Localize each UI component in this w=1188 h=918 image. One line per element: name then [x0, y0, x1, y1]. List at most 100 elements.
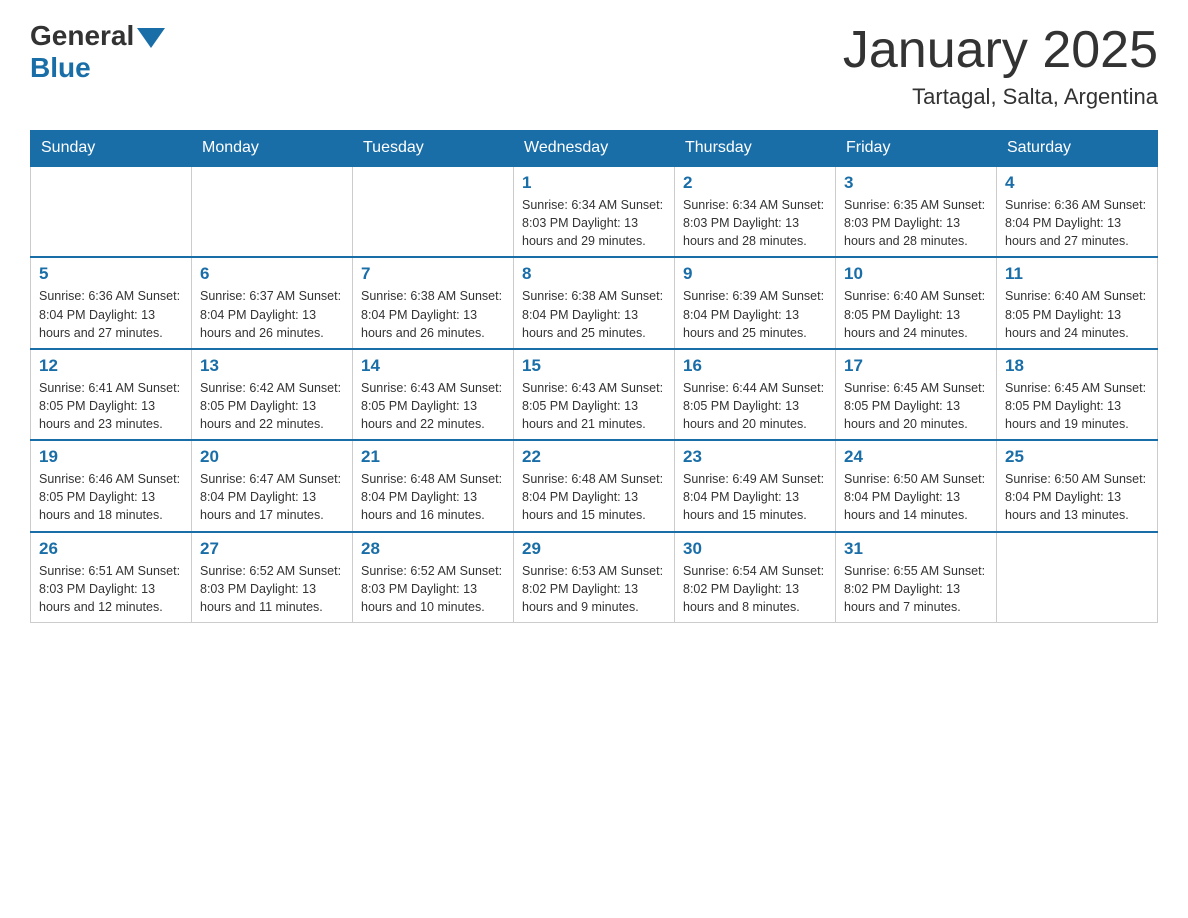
- day-info: Sunrise: 6:52 AM Sunset: 8:03 PM Dayligh…: [200, 562, 344, 616]
- calendar-cell: 14 Sunrise: 6:43 AM Sunset: 8:05 PM Dayli…: [353, 349, 514, 440]
- calendar-cell: 11Sunrise: 6:40 AM Sunset: 8:05 PM Dayli…: [997, 257, 1158, 348]
- day-number: 12: [39, 356, 183, 376]
- calendar-cell: 5 Sunrise: 6:36 AM Sunset: 8:04 PM Daylig…: [31, 257, 192, 348]
- calendar-cell: 2Sunrise: 6:34 AM Sunset: 8:03 PM Daylig…: [675, 166, 836, 257]
- day-number: 16: [683, 356, 827, 376]
- day-info: Sunrise: 6:46 AM Sunset: 8:05 PM Dayligh…: [39, 470, 183, 524]
- day-info: Sunrise: 6:35 AM Sunset: 8:03 PM Dayligh…: [844, 196, 988, 250]
- day-info: Sunrise: 6:45 AM Sunset: 8:05 PM Dayligh…: [844, 379, 988, 433]
- day-info: Sunrise: 6:44 AM Sunset: 8:05 PM Dayligh…: [683, 379, 827, 433]
- day-info: Sunrise: 6:40 AM Sunset: 8:05 PM Dayligh…: [844, 287, 988, 341]
- day-number: 19: [39, 447, 183, 467]
- day-info: Sunrise: 6:36 AM Sunset: 8:04 PM Dayligh…: [1005, 196, 1149, 250]
- calendar-cell: 24 Sunrise: 6:50 AM Sunset: 8:04 PM Dayli…: [836, 440, 997, 531]
- calendar-header-row: SundayMondayTuesdayWednesdayThursdayFrid…: [31, 131, 1158, 167]
- calendar-cell: 21Sunrise: 6:48 AM Sunset: 8:04 PM Dayli…: [353, 440, 514, 531]
- day-number: 24: [844, 447, 988, 467]
- calendar-cell: 4 Sunrise: 6:36 AM Sunset: 8:04 PM Daylig…: [997, 166, 1158, 257]
- day-number: 26: [39, 539, 183, 559]
- week-row-4: 19 Sunrise: 6:46 AM Sunset: 8:05 PM Dayli…: [31, 440, 1158, 531]
- day-info: Sunrise: 6:40 AM Sunset: 8:05 PM Dayligh…: [1005, 287, 1149, 341]
- calendar-header-monday: Monday: [192, 131, 353, 167]
- month-title: January 2025: [843, 20, 1158, 80]
- calendar-cell: 3 Sunrise: 6:35 AM Sunset: 8:03 PM Daylig…: [836, 166, 997, 257]
- day-number: 8: [522, 264, 666, 284]
- day-number: 14: [361, 356, 505, 376]
- day-number: 28: [361, 539, 505, 559]
- day-info: Sunrise: 6:42 AM Sunset: 8:05 PM Dayligh…: [200, 379, 344, 433]
- day-info: Sunrise: 6:55 AM Sunset: 8:02 PM Dayligh…: [844, 562, 988, 616]
- day-info: Sunrise: 6:38 AM Sunset: 8:04 PM Dayligh…: [522, 287, 666, 341]
- day-number: 29: [522, 539, 666, 559]
- day-info: Sunrise: 6:50 AM Sunset: 8:04 PM Dayligh…: [1005, 470, 1149, 524]
- day-info: Sunrise: 6:43 AM Sunset: 8:05 PM Dayligh…: [522, 379, 666, 433]
- day-info: Sunrise: 6:50 AM Sunset: 8:04 PM Dayligh…: [844, 470, 988, 524]
- day-info: Sunrise: 6:52 AM Sunset: 8:03 PM Dayligh…: [361, 562, 505, 616]
- calendar-header-thursday: Thursday: [675, 131, 836, 167]
- calendar-cell: 22Sunrise: 6:48 AM Sunset: 8:04 PM Dayli…: [514, 440, 675, 531]
- day-number: 18: [1005, 356, 1149, 376]
- calendar-cell: 18 Sunrise: 6:45 AM Sunset: 8:05 PM Dayli…: [997, 349, 1158, 440]
- day-info: Sunrise: 6:47 AM Sunset: 8:04 PM Dayligh…: [200, 470, 344, 524]
- day-number: 7: [361, 264, 505, 284]
- day-number: 10: [844, 264, 988, 284]
- location-title: Tartagal, Salta, Argentina: [843, 84, 1158, 110]
- day-number: 17: [844, 356, 988, 376]
- logo-blue-text: Blue: [30, 52, 91, 84]
- day-number: 3: [844, 173, 988, 193]
- calendar-header-wednesday: Wednesday: [514, 131, 675, 167]
- calendar-cell: 31Sunrise: 6:55 AM Sunset: 8:02 PM Dayli…: [836, 532, 997, 623]
- calendar-cell: 15 Sunrise: 6:43 AM Sunset: 8:05 PM Dayli…: [514, 349, 675, 440]
- calendar-cell: [997, 532, 1158, 623]
- day-number: 21: [361, 447, 505, 467]
- day-number: 13: [200, 356, 344, 376]
- day-number: 6: [200, 264, 344, 284]
- week-row-3: 12 Sunrise: 6:41 AM Sunset: 8:05 PM Dayli…: [31, 349, 1158, 440]
- day-number: 5: [39, 264, 183, 284]
- day-number: 30: [683, 539, 827, 559]
- calendar-table: SundayMondayTuesdayWednesdayThursdayFrid…: [30, 130, 1158, 623]
- day-number: 22: [522, 447, 666, 467]
- calendar-cell: 12 Sunrise: 6:41 AM Sunset: 8:05 PM Dayli…: [31, 349, 192, 440]
- calendar-cell: 10 Sunrise: 6:40 AM Sunset: 8:05 PM Dayli…: [836, 257, 997, 348]
- calendar-cell: 13 Sunrise: 6:42 AM Sunset: 8:05 PM Dayli…: [192, 349, 353, 440]
- title-section: January 2025 Tartagal, Salta, Argentina: [843, 20, 1158, 110]
- day-info: Sunrise: 6:53 AM Sunset: 8:02 PM Dayligh…: [522, 562, 666, 616]
- calendar-cell: [192, 166, 353, 257]
- day-number: 25: [1005, 447, 1149, 467]
- day-number: 23: [683, 447, 827, 467]
- day-number: 15: [522, 356, 666, 376]
- week-row-1: 1 Sunrise: 6:34 AM Sunset: 8:03 PM Daylig…: [31, 166, 1158, 257]
- day-number: 27: [200, 539, 344, 559]
- day-info: Sunrise: 6:49 AM Sunset: 8:04 PM Dayligh…: [683, 470, 827, 524]
- calendar-header-sunday: Sunday: [31, 131, 192, 167]
- day-info: Sunrise: 6:41 AM Sunset: 8:05 PM Dayligh…: [39, 379, 183, 433]
- calendar-cell: 29 Sunrise: 6:53 AM Sunset: 8:02 PM Dayli…: [514, 532, 675, 623]
- day-number: 4: [1005, 173, 1149, 193]
- calendar-cell: 20Sunrise: 6:47 AM Sunset: 8:04 PM Dayli…: [192, 440, 353, 531]
- logo-general-text: General: [30, 20, 134, 52]
- calendar-cell: 9Sunrise: 6:39 AM Sunset: 8:04 PM Daylig…: [675, 257, 836, 348]
- calendar-cell: 16 Sunrise: 6:44 AM Sunset: 8:05 PM Dayli…: [675, 349, 836, 440]
- calendar-cell: 1 Sunrise: 6:34 AM Sunset: 8:03 PM Daylig…: [514, 166, 675, 257]
- day-info: Sunrise: 6:45 AM Sunset: 8:05 PM Dayligh…: [1005, 379, 1149, 433]
- day-info: Sunrise: 6:36 AM Sunset: 8:04 PM Dayligh…: [39, 287, 183, 341]
- day-info: Sunrise: 6:34 AM Sunset: 8:03 PM Dayligh…: [522, 196, 666, 250]
- day-info: Sunrise: 6:34 AM Sunset: 8:03 PM Dayligh…: [683, 196, 827, 250]
- logo-triangle-icon: [137, 28, 165, 48]
- calendar-cell: 23 Sunrise: 6:49 AM Sunset: 8:04 PM Dayli…: [675, 440, 836, 531]
- day-info: Sunrise: 6:43 AM Sunset: 8:05 PM Dayligh…: [361, 379, 505, 433]
- calendar-header-friday: Friday: [836, 131, 997, 167]
- calendar-cell: 19 Sunrise: 6:46 AM Sunset: 8:05 PM Dayli…: [31, 440, 192, 531]
- calendar-cell: 25 Sunrise: 6:50 AM Sunset: 8:04 PM Dayli…: [997, 440, 1158, 531]
- day-info: Sunrise: 6:38 AM Sunset: 8:04 PM Dayligh…: [361, 287, 505, 341]
- page-header: General Blue January 2025 Tartagal, Salt…: [30, 20, 1158, 110]
- day-info: Sunrise: 6:37 AM Sunset: 8:04 PM Dayligh…: [200, 287, 344, 341]
- day-info: Sunrise: 6:39 AM Sunset: 8:04 PM Dayligh…: [683, 287, 827, 341]
- week-row-5: 26 Sunrise: 6:51 AM Sunset: 8:03 PM Dayli…: [31, 532, 1158, 623]
- day-info: Sunrise: 6:51 AM Sunset: 8:03 PM Dayligh…: [39, 562, 183, 616]
- logo: General Blue: [30, 20, 165, 84]
- calendar-cell: 17 Sunrise: 6:45 AM Sunset: 8:05 PM Dayli…: [836, 349, 997, 440]
- day-number: 1: [522, 173, 666, 193]
- calendar-cell: 26 Sunrise: 6:51 AM Sunset: 8:03 PM Dayli…: [31, 532, 192, 623]
